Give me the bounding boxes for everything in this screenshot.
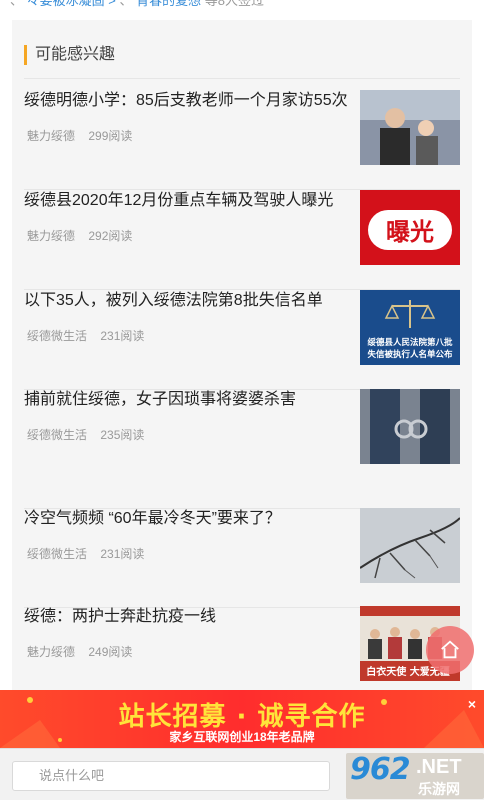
article-item[interactable]: 以下35人，被列入绥德法院第8批失信名单 绥德微生活 231阅读 绥德县人民法院… <box>24 290 460 390</box>
article-title[interactable]: 冷空气频频 “60年最冷冬天”要来了？ <box>24 508 354 530</box>
ad-banner[interactable]: 站长招募 · 诚寻合作 家乡互联网创业18年老品牌 × <box>0 690 484 748</box>
breadcrumb-link-2[interactable]: 青春的复想 <box>136 0 201 8</box>
bottom-bar: 说点什么吧 962 .NET 乐游网 <box>0 748 484 800</box>
article-reads: 235阅读 <box>100 428 145 442</box>
article-title[interactable]: 捕前就住绥德，女子因琐事将婆婆杀害 <box>24 389 354 411</box>
thumb-line-2: 失信被执行人名单公布 <box>367 349 453 360</box>
article-source: 绥德微生活 <box>27 547 88 561</box>
article-meta: 魅力绥德 249阅读 <box>27 643 132 660</box>
article-item[interactable]: 绥德明德小学：85后支教老师一个月家访55次 魅力绥德 299阅读 <box>24 90 460 190</box>
article-meta: 绥德微生活 231阅读 <box>27 327 144 344</box>
article-title[interactable]: 绥德：两护士奔赴抗疫一线 <box>24 606 354 628</box>
article-meta: 魅力绥德 299阅读 <box>27 127 132 144</box>
article-meta: 绥德微生活 231阅读 <box>27 545 144 562</box>
comment-input[interactable]: 说点什么吧 <box>12 761 330 791</box>
article-item[interactable]: 冷空气频频 “60年最冷冬天”要来了？ 绥德微生活 231阅读 <box>24 508 460 608</box>
article-title[interactable]: 以下35人，被列入绥德法院第8批失信名单 <box>24 290 354 312</box>
article-reads: 292阅读 <box>88 229 133 243</box>
page: 、 々要被冰凝固 > 、 青春的复想 等8人签过 可能感兴趣 绥德明德小学：85… <box>0 0 484 800</box>
breadcrumb-sep: 、 <box>119 0 133 8</box>
article-meta: 魅力绥德 292阅读 <box>27 227 132 244</box>
court-scale-graphic-icon: 绥德县人民法院第八批 失信被执行人名单公布 <box>360 290 460 365</box>
article-title[interactable]: 绥德县2020年12月份重点车辆及驾驶人曝光 <box>24 190 354 212</box>
brand-number: 962 <box>350 753 411 787</box>
brand-logo[interactable]: 962 .NET 乐游网 <box>346 753 484 799</box>
frosted-branch-photo-icon <box>360 508 460 583</box>
article-source: 魅力绥德 <box>27 129 76 143</box>
article-thumbnail[interactable] <box>360 508 460 583</box>
article-reads: 231阅读 <box>100 329 145 343</box>
article-title[interactable]: 绥德明德小学：85后支教老师一个月家访55次 <box>24 90 354 112</box>
article-source: 魅力绥德 <box>27 229 76 243</box>
article-item[interactable]: 捕前就住绥德，女子因琐事将婆婆杀害 绥德微生活 235阅读 <box>24 389 460 509</box>
breadcrumb-prefix: 、 <box>10 0 24 8</box>
ad-close-button[interactable]: × <box>468 696 476 712</box>
teacher-and-child-photo-icon <box>360 90 460 165</box>
article-meta: 绥德微生活 235阅读 <box>27 426 144 443</box>
article-reads: 299阅读 <box>88 129 133 143</box>
recommend-panel: 可能感兴趣 绥德明德小学：85后支教老师一个月家访55次 魅力绥德 299阅读 <box>12 20 472 710</box>
article-reads: 231阅读 <box>100 547 145 561</box>
home-icon <box>441 640 459 659</box>
section-title: 可能感兴趣 <box>24 45 115 65</box>
ad-subline: 家乡互联网创业18年老品牌 <box>169 730 315 744</box>
brand-name: 乐游网 <box>418 781 460 797</box>
brand-net: .NET <box>416 756 462 778</box>
article-thumbnail[interactable]: 绥德县人民法院第八批 失信被执行人名单公布 <box>360 290 460 365</box>
breadcrumb-link-1[interactable]: 々要被冰凝固 > <box>27 0 116 8</box>
article-source: 魅力绥德 <box>27 645 76 659</box>
expose-graphic-icon: 曝光 <box>360 190 460 265</box>
article-thumbnail[interactable] <box>360 389 460 464</box>
thumb-text: 曝光 <box>386 218 434 246</box>
breadcrumb: 、 々要被冰凝固 > 、 青春的复想 等8人签过 <box>10 0 264 11</box>
home-button[interactable] <box>426 626 474 674</box>
thumb-line-1: 绥德县人民法院第八批 <box>367 337 453 348</box>
article-item[interactable]: 绥德县2020年12月份重点车辆及驾驶人曝光 魅力绥德 292阅读 曝光 <box>24 190 460 290</box>
article-reads: 249阅读 <box>88 645 133 659</box>
article-thumbnail[interactable] <box>360 90 460 165</box>
handcuffs-photo-icon <box>360 389 460 464</box>
article-source: 绥德微生活 <box>27 329 88 343</box>
article-source: 绥德微生活 <box>27 428 88 442</box>
breadcrumb-suffix: 等8人签过 <box>204 0 264 8</box>
section-divider <box>24 78 460 79</box>
article-thumbnail[interactable]: 曝光 <box>360 190 460 265</box>
